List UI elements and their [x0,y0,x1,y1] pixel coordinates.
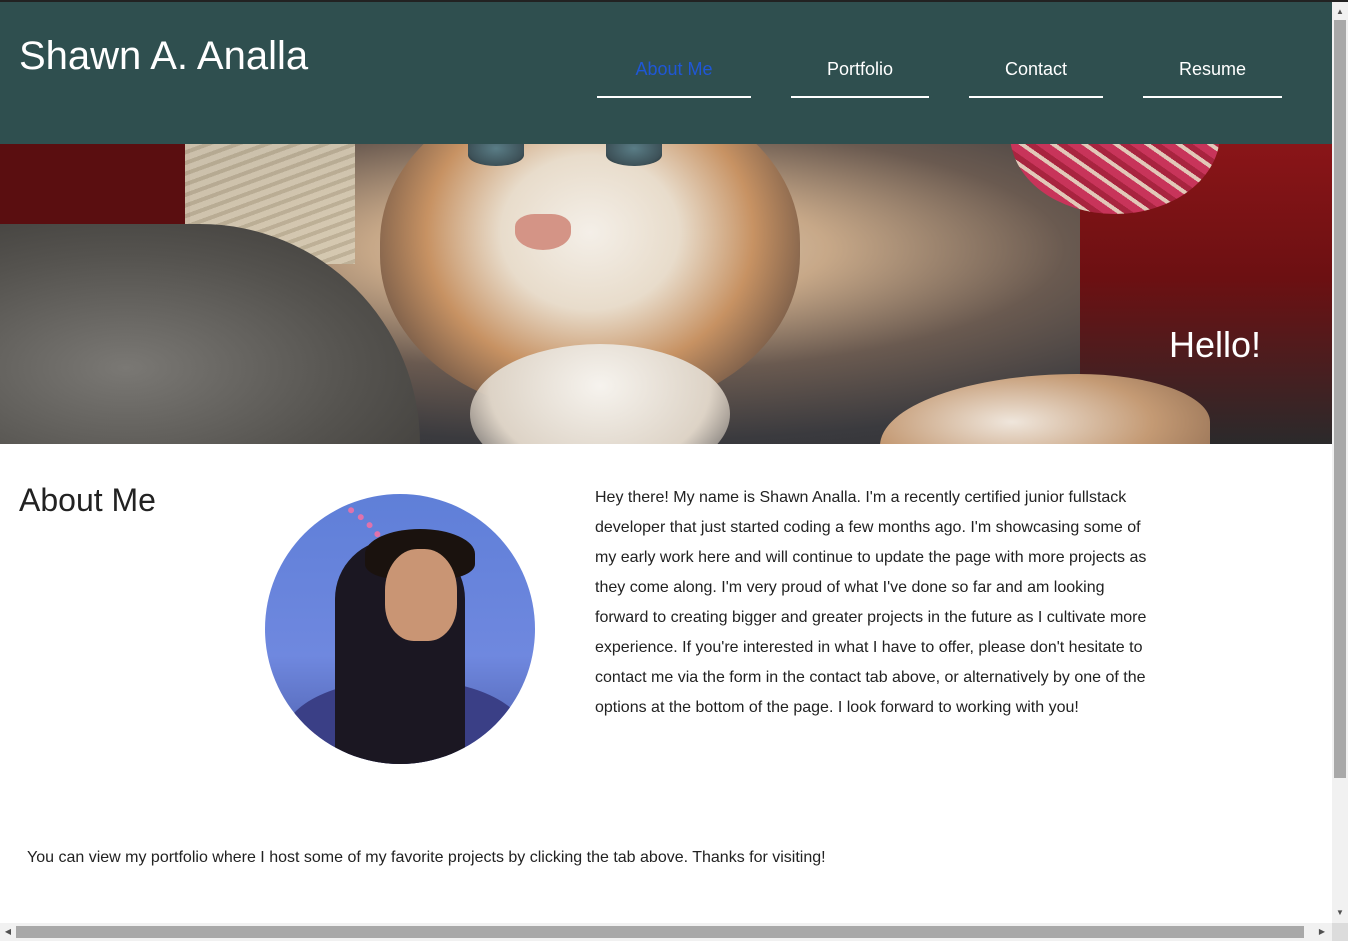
site-header: Shawn A. Analla About Me Portfolio Conta… [0,2,1332,144]
kitten-nose [515,214,571,250]
scroll-up-icon[interactable]: ▲ [1332,4,1348,20]
hero-greeting: Hello! [1168,324,1261,365]
kitten-eye-left [468,144,524,166]
bio-text: Hey there! My name is Shawn Analla. I'm … [595,489,1147,716]
profile-avatar [265,494,535,764]
nav-resume[interactable]: Resume [1143,58,1282,98]
scroll-right-icon[interactable]: ▶ [1314,924,1330,940]
portfolio-note: You can view my portfolio where I host s… [27,849,826,866]
avatar-face [385,549,457,641]
scroll-down-icon[interactable]: ▼ [1332,905,1348,921]
blanket [0,224,420,444]
nav-portfolio[interactable]: Portfolio [791,58,929,98]
horizontal-scrollbar[interactable]: ◀ ▶ [0,923,1332,941]
site-title: Shawn A. Analla [19,34,309,78]
scrollbar-corner [1332,923,1348,941]
vertical-scrollbar[interactable]: ▲ ▼ [1332,2,1348,923]
scroll-left-icon[interactable]: ◀ [0,924,16,940]
kitten-paw [880,374,1210,444]
nav-about-me[interactable]: About Me [597,58,751,98]
about-heading: About Me [19,482,156,518]
nav-contact[interactable]: Contact [969,58,1103,98]
horizontal-scroll-thumb[interactable] [16,926,1304,938]
kitten-eye-right [606,144,662,166]
vertical-scroll-thumb[interactable] [1334,20,1346,778]
hero-banner: Hello! [0,144,1332,444]
